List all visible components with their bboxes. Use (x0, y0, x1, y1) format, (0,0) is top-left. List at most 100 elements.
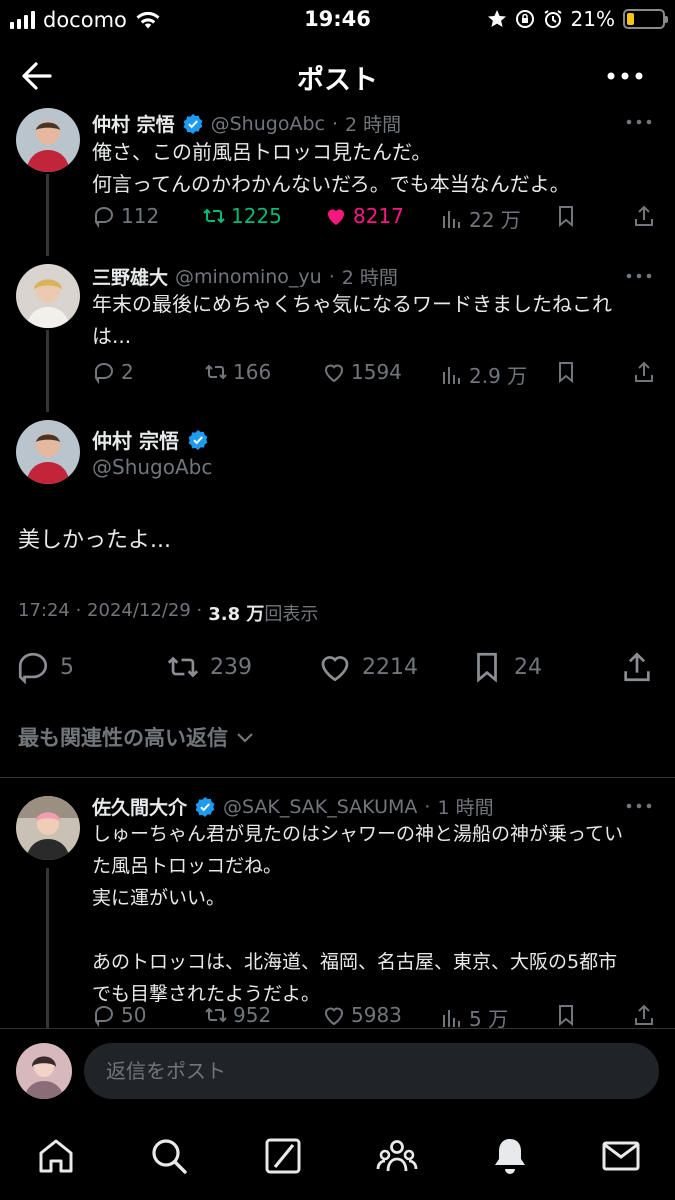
reply-icon (95, 206, 114, 228)
author-name[interactable]: 佐久間大介 (92, 793, 187, 820)
avatar[interactable] (16, 796, 80, 860)
more-horizontal-icon[interactable] (625, 271, 653, 281)
post-actions: 112 1225 8217 22 万 (92, 204, 662, 234)
views-label: 回表示 (264, 604, 319, 625)
reply-count: 50 (121, 1003, 147, 1027)
repost-button[interactable]: 239 (166, 650, 252, 684)
top-nav: ポスト (0, 48, 675, 106)
repost-button[interactable]: 1225 (202, 204, 282, 228)
heart-icon (321, 656, 349, 682)
post-time: 2 時間 (341, 267, 398, 289)
like-count: 8217 (353, 204, 404, 228)
reply-button[interactable]: 5 (16, 650, 74, 684)
share-icon (635, 361, 653, 382)
post-text: 美しかったよ... (18, 528, 171, 553)
views-count: 3.8 万 (208, 604, 265, 625)
avatar[interactable] (16, 108, 80, 172)
like-button[interactable]: 8217 (324, 204, 404, 228)
status-right: 21% (487, 7, 668, 31)
page-title: ポスト (297, 65, 378, 96)
post-text: 俺さ、この前風呂トロッコ見たんだ。 何言ってんのかわかんないだろ。でも本当なんだ… (92, 140, 570, 196)
repost-icon (203, 208, 225, 224)
post-header: 仲村 宗悟 @ShugoAbc · 2 時間 (92, 110, 401, 137)
repost-icon (167, 656, 199, 678)
bookmark-icon (559, 362, 573, 384)
views-chart-icon (443, 366, 460, 384)
bottom-tab-bar (0, 1113, 675, 1200)
heart-filled-icon (328, 209, 344, 225)
avatar[interactable] (16, 420, 80, 484)
more-horizontal-icon[interactable] (625, 117, 653, 127)
reply-button[interactable]: 112 (92, 204, 159, 228)
more-horizontal-icon[interactable] (625, 801, 653, 811)
post-timestamp: 17:24 · 2024/12/29 · (18, 600, 203, 621)
author-name[interactable]: 仲村 宗悟 (92, 110, 175, 137)
reply-icon (18, 652, 48, 684)
author-handle[interactable]: @ShugoAbc (92, 455, 212, 479)
views-button[interactable]: 22 万 (440, 204, 521, 233)
repost-button[interactable]: 952 (204, 1003, 271, 1027)
bookmark-icon (559, 206, 573, 228)
bookmark-button[interactable] (554, 360, 578, 384)
like-button[interactable]: 5983 (322, 1003, 402, 1027)
like-button[interactable]: 1594 (322, 360, 402, 384)
views-button[interactable]: 2.9 万 (440, 360, 527, 389)
thread-line (46, 174, 49, 256)
share-button[interactable] (632, 360, 656, 384)
heart-icon (324, 1007, 344, 1026)
bookmark-count: 24 (514, 654, 542, 680)
search-icon[interactable] (148, 1135, 190, 1177)
repost-count: 239 (210, 654, 252, 680)
reply-count: 112 (121, 204, 160, 228)
post-header: 佐久間大介 @SAK_SAK_SAKUMA · 1 時間 (92, 793, 494, 820)
share-button[interactable] (620, 650, 654, 684)
share-icon (635, 1004, 653, 1025)
post-meta: 17:24 · 2024/12/29 · 3.8 万回表示 (18, 600, 318, 626)
chevron-down-icon (237, 733, 253, 743)
communities-icon[interactable] (376, 1135, 418, 1177)
author-handle[interactable]: @minomino_yu (175, 266, 322, 288)
like-count: 2214 (362, 654, 418, 680)
reply-count: 2 (121, 360, 134, 384)
divider (0, 777, 675, 778)
author-handle[interactable]: @ShugoAbc (211, 113, 325, 135)
avatar[interactable] (16, 264, 80, 328)
repost-icon (205, 364, 227, 380)
bookmark-button[interactable] (554, 1003, 578, 1027)
views-chart-icon (443, 210, 460, 228)
like-button[interactable]: 2214 (318, 650, 418, 684)
repost-button[interactable]: 166 (204, 360, 271, 384)
bookmark-button[interactable]: 24 (470, 650, 542, 684)
main-post-actions: 5 239 2214 24 (0, 650, 675, 690)
grok-icon[interactable] (262, 1135, 304, 1177)
home-icon[interactable] (35, 1135, 77, 1177)
battery-percent: 21% (570, 7, 615, 31)
views-count: 2.9 万 (469, 364, 528, 388)
separator-dot: · (424, 795, 431, 818)
author-name[interactable]: 三野雄大 (92, 263, 168, 290)
avatar[interactable] (16, 1043, 72, 1099)
views-count: 22 万 (469, 208, 521, 232)
bookmark-button[interactable] (554, 204, 578, 228)
views-chart-icon (443, 1009, 460, 1027)
notifications-icon[interactable] (489, 1135, 531, 1177)
share-button[interactable] (632, 204, 656, 228)
reply-button[interactable]: 2 (92, 360, 134, 384)
battery-icon (623, 9, 668, 29)
author-handle[interactable]: @SAK_SAK_SAKUMA (223, 796, 417, 818)
reply-input[interactable]: 返信をポスト (84, 1043, 659, 1099)
reply-sort-selector[interactable]: 最も関連性の高い返信 (18, 722, 256, 752)
more-horizontal-icon[interactable] (605, 62, 645, 90)
rotation-lock-icon (515, 10, 534, 28)
repost-count: 166 (233, 360, 272, 384)
messages-icon[interactable] (600, 1135, 642, 1177)
sort-label: 最も関連性の高い返信 (18, 726, 228, 750)
reply-button[interactable]: 50 (92, 1003, 146, 1027)
post-text: しゅーちゃん君が見たのはシャワーの神と湯船の神が乗ってい た風呂トロッコだね。 … (92, 823, 624, 1005)
author-name[interactable]: 仲村 宗悟 (92, 425, 179, 454)
post-header: 三野雄大 @minomino_yu · 2 時間 (92, 263, 398, 290)
share-button[interactable] (632, 1003, 656, 1027)
views-link[interactable]: 3.8 万回表示 (208, 600, 318, 626)
repost-count: 1225 (231, 204, 282, 228)
like-count: 1594 (351, 360, 402, 384)
